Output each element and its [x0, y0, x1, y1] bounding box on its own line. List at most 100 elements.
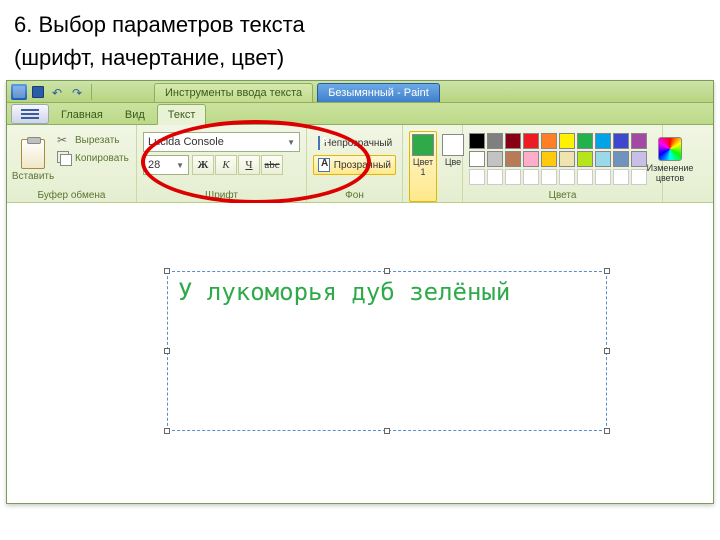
group-font: Lucida Console ▼ 28 ▼ Ж К Ч abc Шр [137, 125, 307, 202]
palette-swatch[interactable] [613, 151, 629, 167]
palette-swatch[interactable] [577, 133, 593, 149]
menu-icon [21, 113, 39, 115]
title-contextual-tabs: Инструменты ввода текста Безымянный - Pa… [154, 81, 440, 102]
resize-handle[interactable] [384, 268, 390, 274]
qat-separator [91, 84, 92, 100]
caption-line2: (шрифт, начертание, цвет) [14, 41, 706, 74]
paste-icon [21, 139, 45, 169]
paste-label: Вставить [12, 171, 54, 182]
paste-button[interactable]: Вставить [13, 127, 53, 189]
quick-access-toolbar [11, 83, 94, 101]
palette-swatch[interactable] [541, 133, 557, 149]
strikethrough-button[interactable]: abc [261, 155, 283, 175]
tab-text[interactable]: Текст [157, 104, 207, 125]
qat-undo-button[interactable] [49, 83, 67, 101]
group-background: Непрозрачный Прозрачный Фон [307, 125, 403, 202]
chevron-down-icon: ▼ [176, 161, 184, 170]
title-bar: Инструменты ввода текста Безымянный - Pa… [7, 81, 713, 103]
qat-redo-button[interactable] [69, 83, 87, 101]
app-menu-button[interactable] [11, 84, 27, 100]
resize-handle[interactable] [164, 428, 170, 434]
palette-swatch[interactable] [523, 133, 539, 149]
palette-swatch-empty[interactable] [613, 169, 629, 185]
palette-swatch-empty[interactable] [523, 169, 539, 185]
palette-swatch[interactable] [559, 151, 575, 167]
edit-colors-button[interactable]: Изменение цветов [647, 133, 687, 189]
bg-opaque-button[interactable]: Непрозрачный [313, 133, 396, 153]
chevron-down-icon: ▼ [287, 138, 295, 147]
cut-button[interactable]: Вырезать [57, 133, 129, 147]
color1-swatch [412, 134, 434, 156]
edit-colors-label: Изменение цветов [647, 164, 694, 184]
palette-swatch[interactable] [523, 151, 539, 167]
palette-swatch[interactable] [505, 133, 521, 149]
resize-handle[interactable] [604, 268, 610, 274]
palette-swatch-empty[interactable] [559, 169, 575, 185]
palette-swatch-empty[interactable] [469, 169, 485, 185]
palette-swatch-empty[interactable] [595, 169, 611, 185]
palette-swatch[interactable] [595, 133, 611, 149]
palette-swatch[interactable] [505, 151, 521, 167]
ribbon-tabs: Главная Вид Текст [7, 103, 713, 125]
underline-button[interactable]: Ч [238, 155, 260, 175]
text-content[interactable]: У лукоморья дуб зелёный [168, 272, 606, 312]
save-icon [32, 86, 44, 98]
palette-swatch-empty[interactable] [487, 169, 503, 185]
group-label-background: Фон [313, 189, 396, 202]
file-menu-button[interactable] [11, 104, 49, 124]
font-size-select[interactable]: 28 ▼ [143, 155, 189, 175]
palette-swatch[interactable] [613, 133, 629, 149]
redo-icon [72, 86, 84, 98]
transparent-icon [318, 158, 330, 172]
qat-save-button[interactable] [29, 83, 47, 101]
palette-swatch[interactable] [559, 133, 575, 149]
group-palette: Изменение цветов Цвета [463, 125, 663, 202]
palette-swatch[interactable] [469, 151, 485, 167]
group-clipboard: Вставить Вырезать Копировать Буфер обмен… [7, 125, 137, 202]
palette-swatch[interactable] [487, 133, 503, 149]
color-palette [469, 133, 647, 185]
canvas-area[interactable]: У лукоморья дуб зелёный [7, 203, 713, 503]
bg-transparent-button[interactable]: Прозрачный [313, 155, 396, 175]
palette-swatch-empty[interactable] [577, 169, 593, 185]
bold-button[interactable]: Ж [192, 155, 214, 175]
palette-swatch-empty[interactable] [631, 169, 647, 185]
tab-view[interactable]: Вид [115, 105, 155, 124]
resize-handle[interactable] [604, 428, 610, 434]
copy-button[interactable]: Копировать [57, 151, 129, 165]
opaque-icon [318, 136, 320, 150]
palette-swatch[interactable] [631, 151, 647, 167]
undo-icon [52, 86, 64, 98]
cut-label: Вырезать [75, 135, 119, 146]
copy-label: Копировать [75, 153, 129, 164]
resize-handle[interactable] [384, 428, 390, 434]
palette-swatch[interactable] [631, 133, 647, 149]
palette-swatch[interactable] [577, 151, 593, 167]
group-label-clipboard: Буфер обмена [13, 189, 130, 202]
palette-swatch-empty[interactable] [505, 169, 521, 185]
caption-line1: 6. Выбор параметров текста [14, 12, 305, 37]
color1-button[interactable]: Цвет 1 [409, 131, 437, 202]
font-family-value: Lucida Console [148, 136, 224, 148]
bg-transparent-label: Прозрачный [334, 160, 391, 171]
color1-label: Цвет 1 [412, 158, 434, 178]
window-title: Безымянный - Paint [317, 83, 440, 102]
resize-handle[interactable] [164, 268, 170, 274]
color2-swatch [442, 134, 464, 156]
copy-icon [57, 151, 69, 163]
color2-label: Цве [445, 158, 461, 168]
palette-swatch[interactable] [469, 133, 485, 149]
palette-swatch[interactable] [595, 151, 611, 167]
tab-home[interactable]: Главная [51, 105, 113, 124]
cut-icon [57, 133, 71, 147]
resize-handle[interactable] [604, 348, 610, 354]
italic-button[interactable]: К [215, 155, 237, 175]
palette-swatch-empty[interactable] [541, 169, 557, 185]
ribbon: Вставить Вырезать Копировать Буфер обмен… [7, 125, 713, 203]
palette-swatch[interactable] [541, 151, 557, 167]
font-family-select[interactable]: Lucida Console ▼ [143, 132, 300, 152]
color-wheel-icon [658, 137, 682, 161]
palette-swatch[interactable] [487, 151, 503, 167]
resize-handle[interactable] [164, 348, 170, 354]
text-edit-box[interactable]: У лукоморья дуб зелёный [167, 271, 607, 431]
